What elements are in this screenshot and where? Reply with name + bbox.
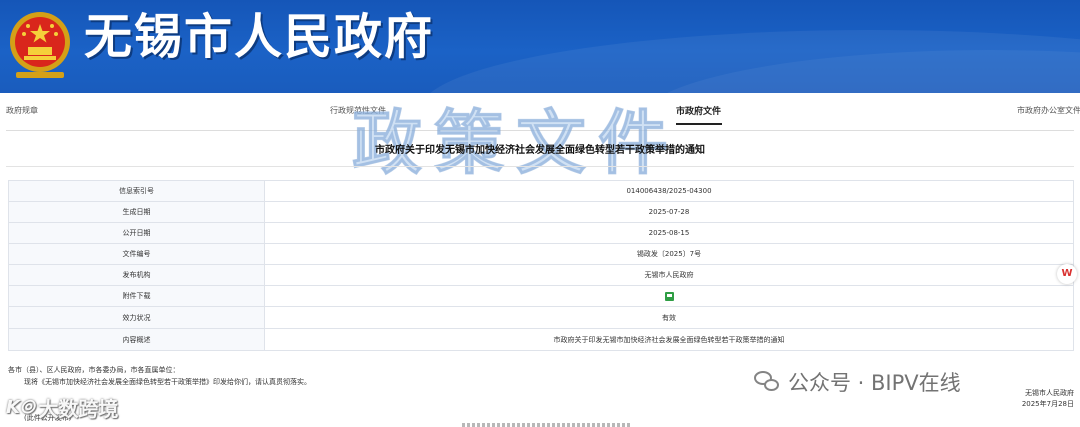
nav-item-office-docs[interactable]: 市政府办公室文件 <box>1017 105 1080 116</box>
document-title: 市政府关于印发无锡市加快经济社会发展全面绿色转型若干政策举措的通知 <box>375 145 705 156</box>
wechat-account-watermark: 公众号 · BIPV在线 <box>754 367 961 397</box>
header-banner: 无锡市人民政府 <box>0 0 1080 93</box>
table-row: 内容概述 市政府关于印发无锡市加快经济社会发展全面绿色转型若干政策举措的通知 <box>8 328 1074 351</box>
nav-item-normative-docs[interactable]: 行政规范性文件 <box>330 105 386 116</box>
info-value: 锡政发〔2025〕7号 <box>264 243 1074 265</box>
info-value <box>264 285 1074 307</box>
bigdata-logo-icon: K⦾ <box>6 396 35 418</box>
table-row: 附件下载 <box>8 285 1074 307</box>
category-nav: 政府规章 行政规范性文件 市政府文件 市政府办公室文件 <box>0 93 1080 131</box>
document-info-table: 信息索引号 014006438/2025-04300 生成日期 2025-07-… <box>8 180 1074 351</box>
table-row: 生成日期 2025-07-28 <box>8 201 1074 223</box>
body-paragraph: 现将《无锡市加快经济社会发展全面绿色转型若干政策举措》印发给你们，请认真贯彻落实… <box>24 378 311 386</box>
info-value: 有效 <box>264 306 1074 329</box>
bigdata-label: 大数跨境 <box>38 396 119 421</box>
table-row: 信息索引号 014006438/2025-04300 <box>8 180 1074 202</box>
active-tab-indicator <box>676 123 722 125</box>
bigdata-watermark: K⦾ 大数跨境 <box>6 392 118 422</box>
nav-divider <box>6 130 1074 131</box>
info-label: 效力状况 <box>8 306 265 329</box>
recipients-line: 各市（县）、区人民政府，市各委办局，市各直属单位： <box>8 366 180 374</box>
table-row: 发布机构 无锡市人民政府 <box>8 264 1074 286</box>
wechat-icon <box>754 371 780 393</box>
info-label: 发布机构 <box>8 264 265 286</box>
info-label: 信息索引号 <box>8 180 265 202</box>
info-value: 无锡市人民政府 <box>264 264 1074 286</box>
nav-item-regulations[interactable]: 政府规章 <box>6 105 38 116</box>
info-value: 市政府关于印发无锡市加快经济社会发展全面绿色转型若干政策举措的通知 <box>264 328 1074 351</box>
table-row: 文件编号 锡政发〔2025〕7号 <box>8 243 1074 265</box>
site-title: 无锡市人民政府 <box>84 9 435 65</box>
national-emblem-icon <box>10 12 70 78</box>
document-body: 各市（县）、区人民政府，市各委办局，市各直属单位： 现将《无锡市加快经济社会发展… <box>8 364 311 422</box>
signature-org: 无锡市人民政府 <box>1025 389 1074 397</box>
info-label: 内容概述 <box>8 328 265 351</box>
info-label: 生成日期 <box>8 201 265 223</box>
table-row: 公开日期 2025-08-15 <box>8 222 1074 244</box>
info-label: 公开日期 <box>8 222 265 244</box>
word-doc-icon[interactable]: W <box>1057 264 1077 284</box>
nav-item-municipal-docs[interactable]: 市政府文件 <box>676 104 721 117</box>
download-icon[interactable] <box>664 291 674 301</box>
info-value: 2025-08-15 <box>264 222 1074 244</box>
info-value: 014006438/2025-04300 <box>264 180 1074 202</box>
wechat-account-label: 公众号 · BIPV在线 <box>788 371 961 395</box>
signature-date: 2025年7月28日 <box>1021 400 1074 408</box>
title-divider <box>6 166 1074 167</box>
signature-block: 无锡市人民政府 2025年7月28日 <box>1022 388 1074 410</box>
info-value: 2025-07-28 <box>264 201 1074 223</box>
info-label: 文件编号 <box>8 243 265 265</box>
info-label: 附件下载 <box>8 285 265 307</box>
table-row: 效力状况 有效 <box>8 306 1074 329</box>
cropped-text-line <box>462 423 632 427</box>
